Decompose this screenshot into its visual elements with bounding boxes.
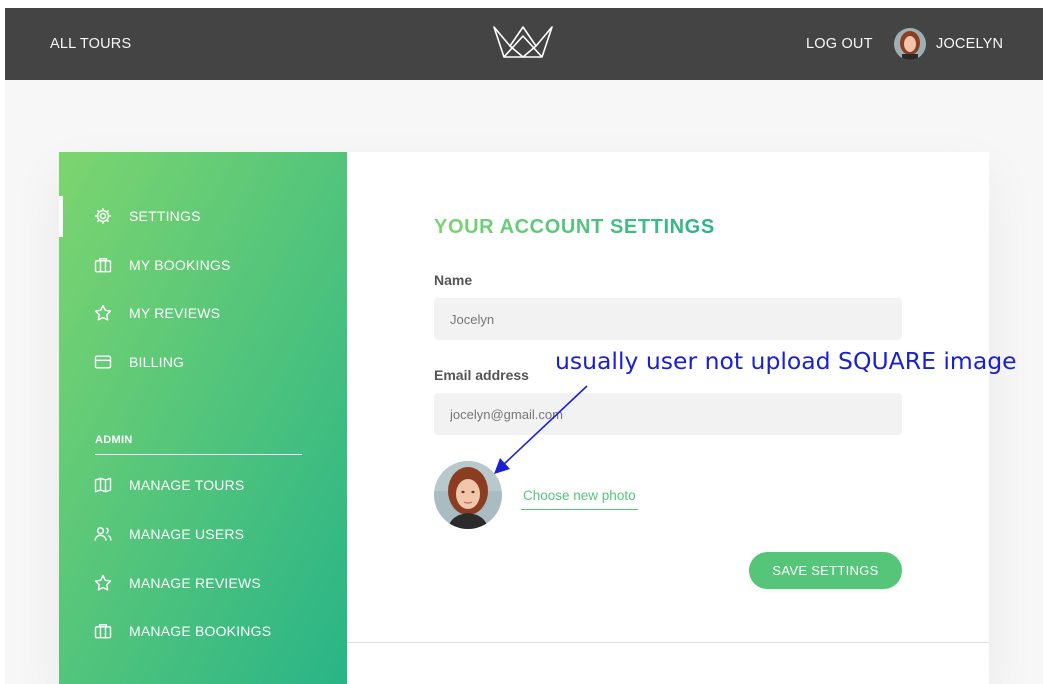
user-photo: [434, 461, 502, 529]
user-avatar: [894, 28, 926, 60]
sidebar-item-manage-users[interactable]: MANAGE USERS: [93, 522, 244, 546]
top-header: ALL TOURS LOG OUT JOCELYN: [5, 8, 1043, 80]
star-icon: [94, 574, 112, 591]
briefcase-icon: [94, 624, 112, 639]
map-icon: [94, 477, 112, 493]
settings-content: YOUR ACCOUNT SETTINGS Name Email address…: [347, 152, 989, 684]
email-field[interactable]: [434, 393, 902, 435]
all-tours-link[interactable]: ALL TOURS: [50, 36, 131, 52]
user-name: JOCELYN: [936, 36, 1004, 52]
credit-card-icon: [94, 355, 112, 369]
page-title: YOUR ACCOUNT SETTINGS: [434, 216, 715, 238]
page-background: ALL TOURS LOG OUT JOCELYN SETTINGS MY BO…: [5, 8, 1043, 684]
sidebar-item-label: MY REVIEWS: [129, 305, 221, 321]
sidebar-item-manage-tours[interactable]: MANAGE TOURS: [93, 473, 244, 497]
save-settings-button[interactable]: SAVE SETTINGS: [749, 552, 902, 589]
sidebar-item-my-bookings[interactable]: MY BOOKINGS: [93, 253, 231, 277]
star-icon: [94, 304, 112, 321]
sidebar-item-label: SETTINGS: [129, 208, 201, 224]
active-indicator: [59, 196, 63, 237]
email-label: Email address: [434, 367, 529, 383]
sidebar-item-label: MANAGE USERS: [129, 526, 245, 542]
sidebar-item-my-reviews[interactable]: MY REVIEWS: [93, 301, 220, 325]
admin-section-title: ADMIN: [95, 434, 302, 455]
name-field[interactable]: [434, 298, 902, 340]
annotation-text: usually user not upload SQUARE image: [555, 347, 1017, 375]
sidebar-item-label: MANAGE TOURS: [129, 477, 245, 493]
users-icon: [94, 527, 112, 541]
sidebar-item-manage-reviews[interactable]: MANAGE REVIEWS: [93, 571, 261, 595]
settings-icon: [95, 208, 111, 224]
sidebar: SETTINGS MY BOOKINGS MY REVIEWS BILLING …: [59, 152, 347, 684]
name-label: Name: [434, 272, 473, 288]
sidebar-item-settings[interactable]: SETTINGS: [93, 204, 201, 228]
crown-logo-icon[interactable]: [492, 24, 554, 60]
briefcase-icon: [94, 258, 112, 273]
sidebar-item-label: MANAGE BOOKINGS: [129, 623, 272, 639]
choose-photo-link[interactable]: Choose new photo: [521, 488, 638, 510]
logout-link[interactable]: LOG OUT: [806, 36, 873, 52]
user-menu[interactable]: JOCELYN: [894, 27, 1003, 61]
sidebar-item-label: BILLING: [129, 354, 185, 370]
sidebar-item-manage-bookings[interactable]: MANAGE BOOKINGS: [93, 619, 271, 643]
sidebar-item-label: MY BOOKINGS: [129, 257, 231, 273]
sidebar-item-billing[interactable]: BILLING: [93, 350, 184, 374]
sidebar-item-label: MANAGE REVIEWS: [129, 575, 261, 591]
account-card: SETTINGS MY BOOKINGS MY REVIEWS BILLING …: [59, 152, 989, 684]
section-divider: [347, 642, 989, 643]
